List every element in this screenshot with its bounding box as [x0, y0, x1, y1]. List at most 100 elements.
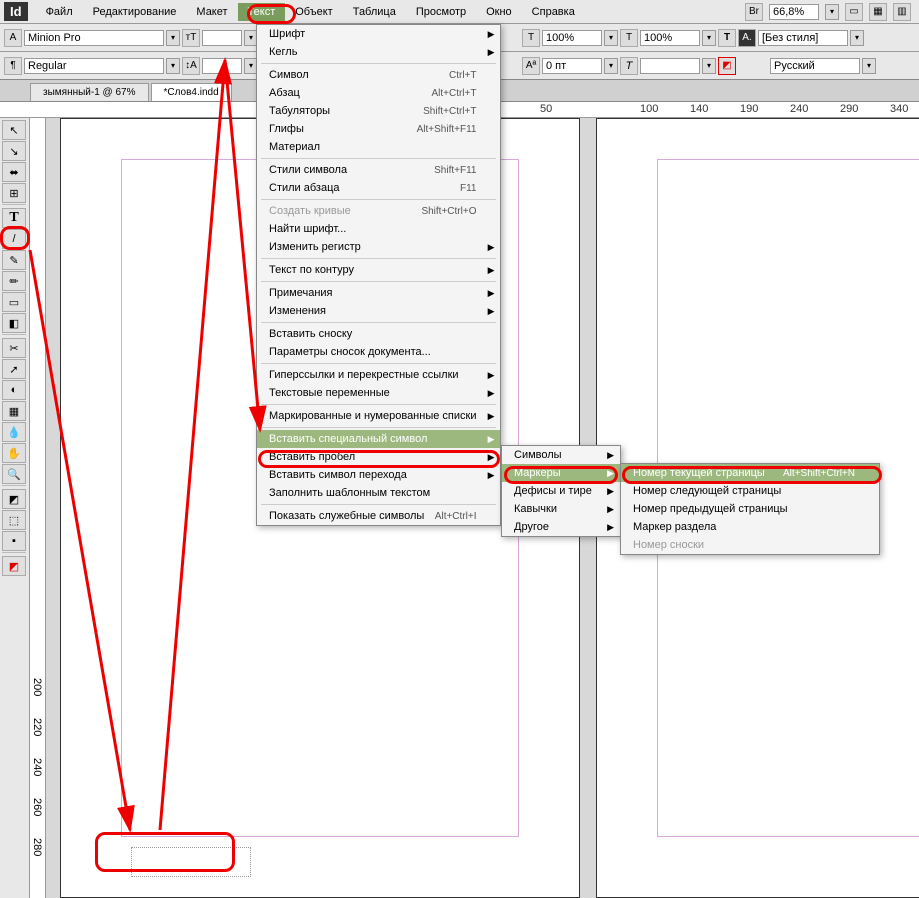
menu-item-табуляторы[interactable]: ТабуляторыShift+Ctrl+T: [257, 102, 500, 120]
para-panel-icon[interactable]: ¶: [4, 57, 22, 75]
scissors-tool[interactable]: ✂: [2, 338, 26, 358]
menu-item-стили-символа[interactable]: Стили символаShift+F11: [257, 161, 500, 179]
submenu-item-номер-следующей-страницы[interactable]: Номер следующей страницы: [621, 482, 879, 500]
menu-window[interactable]: Окно: [476, 3, 522, 21]
leading-field[interactable]: [202, 58, 242, 74]
submenu-item-маркеры[interactable]: Маркеры▶: [502, 464, 620, 482]
app-logo: Id: [4, 2, 28, 21]
page-number-frame[interactable]: [131, 847, 251, 877]
menu-view[interactable]: Просмотр: [406, 3, 476, 21]
note-tool[interactable]: ▦: [2, 401, 26, 421]
zoom-field[interactable]: 66,8%: [769, 4, 819, 20]
menu-item-изменить-регистр[interactable]: Изменить регистр▶: [257, 238, 500, 256]
menu-item-вставить-символ-перехода[interactable]: Вставить символ перехода▶: [257, 466, 500, 484]
line-tool[interactable]: /: [2, 229, 26, 249]
style-dropdown[interactable]: ▾: [166, 58, 180, 74]
eyedropper-tool[interactable]: 💧: [2, 422, 26, 442]
menu-item-показать-служебные-символы[interactable]: Показать служебные символыAlt+Ctrl+I: [257, 507, 500, 525]
menu-item-вставить-специальный-символ[interactable]: Вставить специальный символ▶: [257, 430, 500, 448]
pencil-tool[interactable]: ✏: [2, 271, 26, 291]
menu-layout[interactable]: Макет: [186, 3, 237, 21]
menu-item-изменения[interactable]: Изменения▶: [257, 302, 500, 320]
submenu-item-другое[interactable]: Другое▶: [502, 518, 620, 536]
menu-item-вставить-сноску[interactable]: Вставить сноску: [257, 325, 500, 343]
menu-item-параметры-сносок-документа-[interactable]: Параметры сносок документа...: [257, 343, 500, 361]
bridge-icon[interactable]: Br: [745, 3, 763, 21]
font-dropdown[interactable]: ▾: [166, 30, 180, 46]
menu-object[interactable]: Объект: [285, 3, 342, 21]
menu-edit[interactable]: Редактирование: [83, 3, 187, 21]
tab-untitled[interactable]: зымянный-1 @ 67%: [30, 83, 149, 101]
char-style-a-icon[interactable]: A.: [738, 29, 756, 47]
pen-tool[interactable]: ✎: [2, 250, 26, 270]
menu-item-заполнить-шаблонным-текстом[interactable]: Заполнить шаблонным текстом: [257, 484, 500, 502]
zoom-tool[interactable]: 🔍: [2, 464, 26, 484]
bold-t-icon[interactable]: T: [718, 29, 736, 47]
submenu-item-дефисы-и-тире[interactable]: Дефисы и тире▶: [502, 482, 620, 500]
char-panel-icon[interactable]: A: [4, 29, 22, 47]
menu-item-текст-по-контуру[interactable]: Текст по контуру▶: [257, 261, 500, 279]
font-style-field[interactable]: [24, 58, 164, 74]
skew-dropdown[interactable]: ▾: [702, 58, 716, 74]
ruler-vertical: 200 220 240 260 280: [30, 118, 46, 898]
menu-item-маркированные-и-нумерованные-списки[interactable]: Маркированные и нумерованные списки▶: [257, 407, 500, 425]
gradient-tool[interactable]: ◐: [2, 380, 26, 400]
page-tool[interactable]: ⬌: [2, 162, 26, 182]
workspace-icon[interactable]: ▥: [893, 3, 911, 21]
language-field[interactable]: [770, 58, 860, 74]
scale-v-field[interactable]: [640, 30, 700, 46]
type-tool[interactable]: T: [2, 208, 26, 228]
menu-item-текстовые-переменные[interactable]: Текстовые переменные▶: [257, 384, 500, 402]
scale-v-dropdown[interactable]: ▾: [702, 30, 716, 46]
menu-item-создать-кривые: Создать кривыеShift+Ctrl+O: [257, 202, 500, 220]
menu-item-материал[interactable]: Материал: [257, 138, 500, 156]
apply-color-tool[interactable]: ▪: [2, 531, 26, 551]
submenu-arrow-icon: ▶: [607, 468, 614, 479]
strike-icon[interactable]: ◩: [718, 57, 736, 75]
menu-item-кегль[interactable]: Кегль▶: [257, 43, 500, 61]
language-dropdown[interactable]: ▾: [862, 58, 876, 74]
selection-tool[interactable]: ↖: [2, 120, 26, 140]
menu-help[interactable]: Справка: [522, 3, 585, 21]
scale-h-dropdown[interactable]: ▾: [604, 30, 618, 46]
baseline-dropdown[interactable]: ▾: [604, 58, 618, 74]
menu-item-примечания[interactable]: Примечания▶: [257, 284, 500, 302]
menu-item-стили-абзаца[interactable]: Стили абзацаF11: [257, 179, 500, 197]
menu-item-вставить-пробел[interactable]: Вставить пробел▶: [257, 448, 500, 466]
menu-item-шрифт[interactable]: Шрифт▶: [257, 25, 500, 43]
screen-mode-icon[interactable]: ▭: [845, 3, 863, 21]
zoom-dropdown[interactable]: ▾: [825, 4, 839, 20]
transform-tool[interactable]: ➚: [2, 359, 26, 379]
scale-h-field[interactable]: [542, 30, 602, 46]
view-mode-tool[interactable]: ◩: [2, 556, 26, 576]
submenu-item-маркер-раздела[interactable]: Маркер раздела: [621, 518, 879, 536]
menu-text[interactable]: Текст: [238, 3, 286, 21]
char-style-field[interactable]: [758, 30, 848, 46]
arrange-icon[interactable]: ▦: [869, 3, 887, 21]
rectangle-tool[interactable]: ◧: [2, 313, 26, 333]
menu-item-гиперссылки-и-перекрестные-ссылки[interactable]: Гиперссылки и перекрестные ссылки▶: [257, 366, 500, 384]
submenu-item-номер-предыдущей-страницы[interactable]: Номер предыдущей страницы: [621, 500, 879, 518]
skew-field[interactable]: [640, 58, 700, 74]
submenu-item-символы[interactable]: Символы▶: [502, 446, 620, 464]
menu-item-абзац[interactable]: АбзацAlt+Ctrl+T: [257, 84, 500, 102]
menu-item-глифы[interactable]: ГлифыAlt+Shift+F11: [257, 120, 500, 138]
submenu-item-номер-текущей-страницы[interactable]: Номер текущей страницыAlt+Shift+Ctrl+N: [621, 464, 879, 482]
baseline-field[interactable]: [542, 58, 602, 74]
fill-stroke-tool[interactable]: ◩: [2, 489, 26, 509]
char-style-dropdown[interactable]: ▾: [850, 30, 864, 46]
font-size-field[interactable]: [202, 30, 242, 46]
submenu-arrow-icon: ▶: [488, 452, 495, 463]
menu-file[interactable]: Файл: [36, 3, 83, 21]
hand-tool[interactable]: ✋: [2, 443, 26, 463]
frame-tool[interactable]: ▭: [2, 292, 26, 312]
swap-tool[interactable]: ⬚: [2, 510, 26, 530]
tab-slov4[interactable]: *Слов4.indd: [151, 83, 232, 101]
submenu-item-кавычки[interactable]: Кавычки▶: [502, 500, 620, 518]
direct-select-tool[interactable]: ↘: [2, 141, 26, 161]
menu-item-найти-шрифт-[interactable]: Найти шрифт...: [257, 220, 500, 238]
menu-item-символ[interactable]: СимволCtrl+T: [257, 66, 500, 84]
menu-table[interactable]: Таблица: [343, 3, 406, 21]
gap-tool[interactable]: ⊞: [2, 183, 26, 203]
font-family-field[interactable]: [24, 30, 164, 46]
